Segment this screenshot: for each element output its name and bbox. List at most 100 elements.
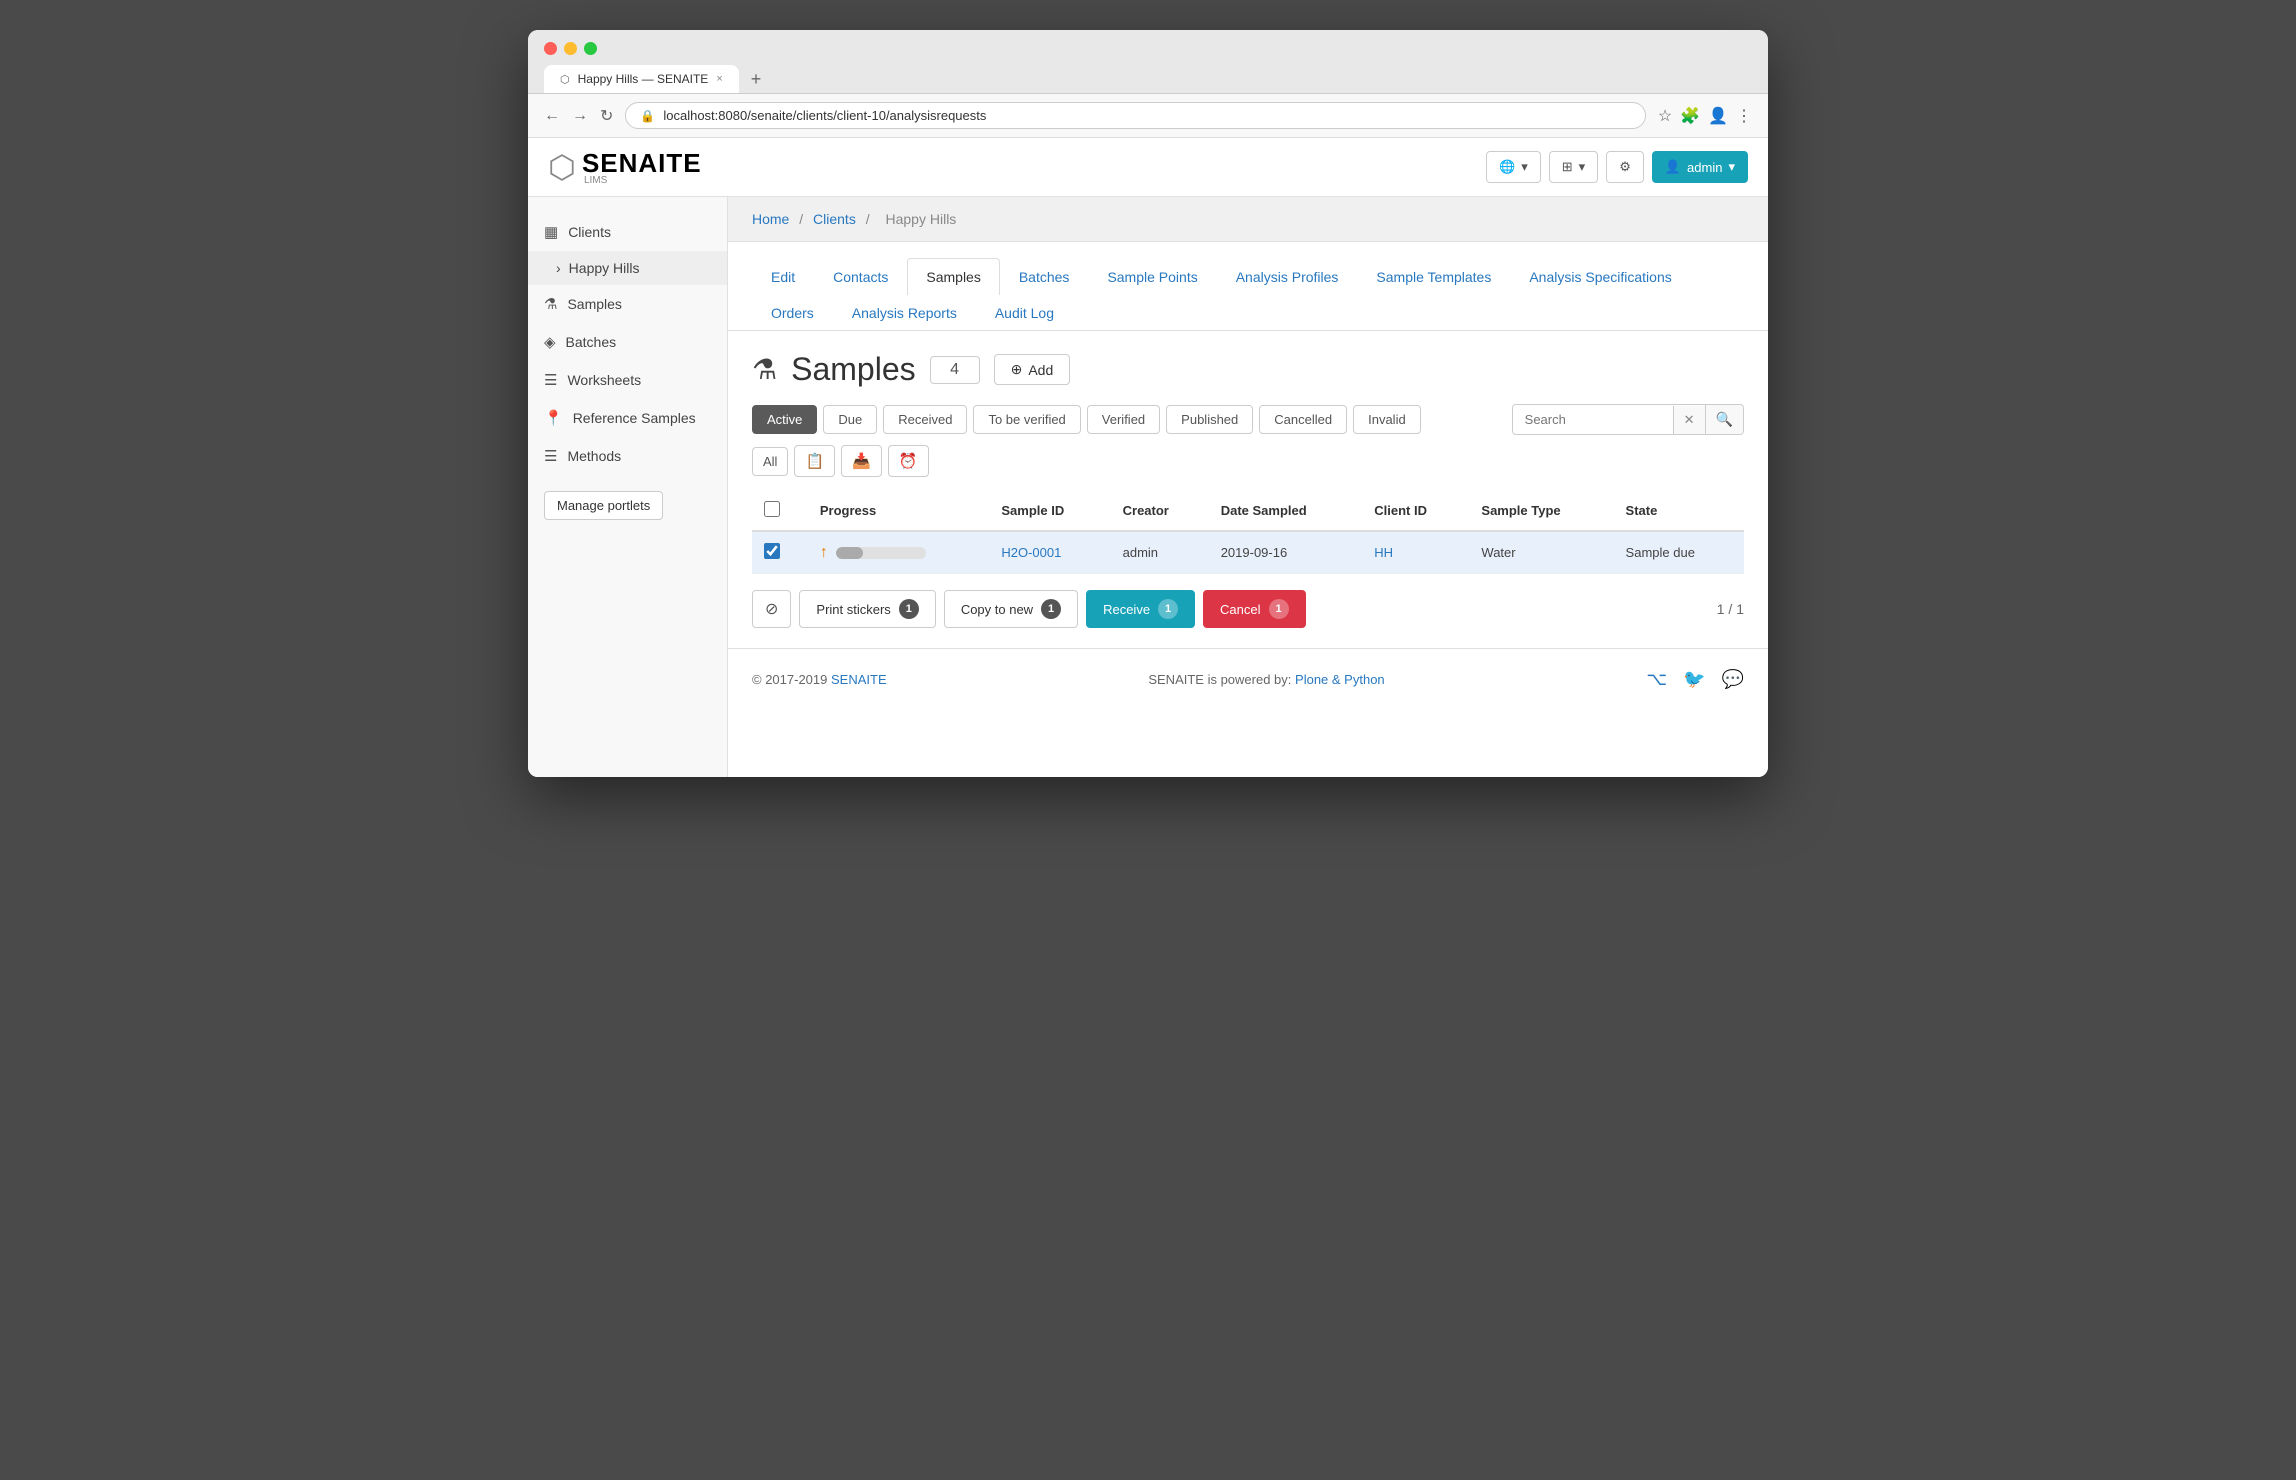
tab-orders[interactable]: Orders [752,294,833,331]
clock-icon-btn[interactable]: ⏰ [888,445,929,477]
row-select[interactable] [752,531,808,574]
lock-icon: 🔒 [640,109,655,123]
tab-analysis-specifications[interactable]: Analysis Specifications [1510,258,1690,295]
address-bar: ← → ↻ 🔒 localhost:8080/senaite/clients/c… [528,94,1768,138]
browser-tab[interactable]: ⬡ Happy Hills — SENAITE × [544,65,739,93]
tab-batches[interactable]: Batches [1000,258,1089,295]
print-stickers-count: 1 [899,599,919,619]
sidebar-item-reference-samples[interactable]: 📍 Reference Samples [528,399,727,437]
chat-icon[interactable]: 💬 [1722,669,1744,690]
add-button[interactable]: ⊕ Add [994,354,1071,385]
row-checkbox[interactable] [764,543,780,559]
extension-button[interactable]: 🧩 [1680,106,1700,126]
methods-icon: ☰ [544,447,557,465]
grid-button[interactable]: ⊞ ▾ [1549,151,1598,183]
sidebar-item-samples[interactable]: ⚗ Samples [528,285,727,323]
row-state: Sample due [1614,531,1744,574]
bookmark-button[interactable]: ☆ [1658,106,1672,126]
receive-icon-btn[interactable]: 📥 [841,445,882,477]
twitter-icon[interactable]: 🐦 [1683,669,1705,690]
tab-title: Happy Hills — SENAITE [578,72,709,86]
row-sample-id[interactable]: H2O-0001 [989,531,1110,574]
tab-analysis-profiles[interactable]: Analysis Profiles [1217,258,1358,295]
sample-id-link[interactable]: H2O-0001 [1001,545,1061,560]
deselect-button[interactable]: ⊘ [752,590,791,628]
sidebar-item-clients[interactable]: ▦ Clients [528,213,727,251]
tab-favicon: ⬡ [560,73,570,86]
select-all-checkbox[interactable] [764,501,780,517]
row-progress: ↑ [808,531,990,574]
tab-close-icon[interactable]: × [716,73,722,85]
row-client-id[interactable]: HH [1362,531,1469,574]
url-box[interactable]: 🔒 localhost:8080/senaite/clients/client-… [625,102,1645,129]
worksheets-icon: ☰ [544,371,557,389]
copy-to-new-count: 1 [1041,599,1061,619]
receive-count: 1 [1158,599,1178,619]
progress-fill [836,547,863,559]
search-box: ✕ 🔍 [1512,404,1744,435]
tab-sample-points[interactable]: Sample Points [1088,258,1216,295]
sidebar-item-batches[interactable]: ◈ Batches [528,323,727,361]
back-button[interactable]: ← [544,107,560,125]
filter-published[interactable]: Published [1166,405,1253,434]
menu-button[interactable]: ⋮ [1736,106,1752,126]
tab-edit[interactable]: Edit [752,258,814,295]
admin-chevron: ▾ [1728,159,1735,175]
gear-icon: ⚙ [1619,159,1631,175]
print-stickers-button[interactable]: Print stickers 1 [799,590,935,628]
deselect-icon: ⊘ [765,601,778,618]
globe-chevron: ▾ [1521,159,1528,175]
filter-verified[interactable]: Verified [1087,405,1160,434]
tab-samples[interactable]: Samples [907,258,999,295]
pagination: 1 / 1 [1717,601,1744,617]
cancel-button[interactable]: Cancel 1 [1203,590,1305,628]
col-select [752,491,808,531]
select-all-btn[interactable]: All [752,447,788,476]
close-button[interactable] [544,42,557,55]
breadcrumb-home[interactable]: Home [752,211,789,227]
logo-hex-icon: ⬡ [548,148,576,186]
tab-contacts[interactable]: Contacts [814,258,907,295]
search-clear-icon[interactable]: ✕ [1673,406,1705,434]
sidebar-item-worksheets[interactable]: ☰ Worksheets [528,361,727,399]
samples-table: Progress Sample ID Creator Date Sampled … [752,491,1744,574]
action-icons-row: All 📋 📥 ⏰ [752,445,1744,477]
page-title: Samples [791,351,916,388]
filter-received[interactable]: Received [883,405,967,434]
filter-due[interactable]: Due [823,405,877,434]
sidebar-label-reference: Reference Samples [573,410,696,426]
filter-active[interactable]: Active [752,405,817,434]
tab-analysis-reports[interactable]: Analysis Reports [833,294,976,331]
sidebar-item-happy-hills[interactable]: › Happy Hills [528,251,727,285]
bottom-actions: ⊘ Print stickers 1 Copy to new 1 Receive [752,590,1744,628]
minimize-button[interactable] [564,42,577,55]
forward-button[interactable]: → [572,107,588,125]
add-label: Add [1028,362,1053,378]
maximize-button[interactable] [584,42,597,55]
sidebar-item-methods[interactable]: ☰ Methods [528,437,727,475]
globe-button[interactable]: 🌐 ▾ [1486,151,1541,183]
breadcrumb-clients[interactable]: Clients [813,211,856,227]
github-icon[interactable]: ⌥ [1646,669,1667,690]
profile-button[interactable]: 👤 [1708,106,1728,126]
filter-invalid[interactable]: Invalid [1353,405,1421,434]
gear-button[interactable]: ⚙ [1606,151,1644,183]
receive-button[interactable]: Receive 1 [1086,590,1195,628]
refresh-button[interactable]: ↻ [600,106,613,126]
footer-brand-link[interactable]: SENAITE [831,672,887,687]
cancel-label: Cancel [1220,602,1260,617]
admin-button[interactable]: 👤 admin ▾ [1652,151,1748,183]
search-go-icon[interactable]: 🔍 [1705,405,1743,434]
tab-sample-templates[interactable]: Sample Templates [1357,258,1510,295]
footer-plone-link[interactable]: Plone & Python [1295,672,1385,687]
copy-icon-btn[interactable]: 📋 [794,445,835,477]
filter-to-be-verified[interactable]: To be verified [973,405,1080,434]
copy-to-new-button[interactable]: Copy to new 1 [944,590,1078,628]
samples-section-icon: ⚗ [752,353,777,386]
new-tab-button[interactable]: + [743,69,770,90]
client-id-link[interactable]: HH [1374,545,1393,560]
search-input[interactable] [1513,406,1673,433]
manage-portlets-button[interactable]: Manage portlets [544,491,663,520]
filter-cancelled[interactable]: Cancelled [1259,405,1347,434]
tab-audit-log[interactable]: Audit Log [976,294,1073,331]
